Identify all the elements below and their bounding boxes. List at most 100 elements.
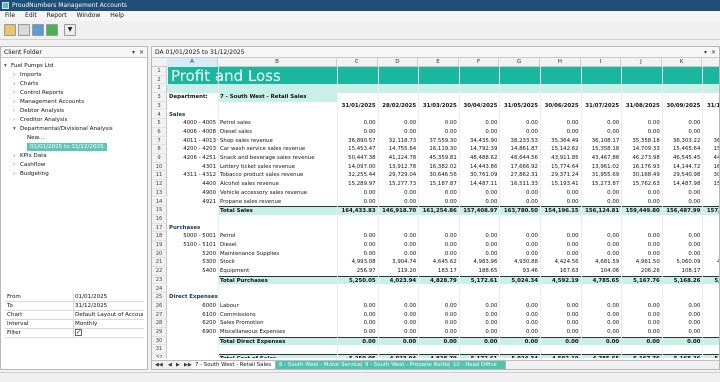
value-cell[interactable]: 15,273.87 [581,180,622,189]
total-value-cell[interactable]: 5,168.26 [661,354,703,358]
account-name-cell[interactable]: Petrol sales [218,119,337,128]
expand-icon[interactable]: › [13,71,20,79]
value-cell[interactable]: 93.46 [499,267,540,276]
account-code-cell[interactable] [167,206,218,215]
value-cell[interactable]: 0.00 [540,250,581,259]
total-value-cell[interactable]: 4,023.94 [377,354,419,358]
value-cell[interactable]: 15,453.47 [337,145,378,154]
date-header-cell[interactable]: 31/05/2025 [499,102,540,111]
expand-icon[interactable]: › [13,89,20,97]
value-cell[interactable]: 36,890.57 [337,137,378,146]
row-header[interactable]: 18 [152,232,167,241]
section-header-cell[interactable]: Purchases [167,224,337,233]
last-sheet-icon[interactable]: ▶▶ [184,362,192,368]
total-value-cell[interactable]: 5,172.61 [458,354,500,358]
total-value-cell[interactable]: 0.00 [458,336,500,346]
value-cell[interactable]: 119.27 [702,267,719,276]
dropdown-icon[interactable]: ▼ [64,24,76,36]
value-cell[interactable]: 0.00 [581,189,622,198]
row-header[interactable]: 13 [152,188,167,198]
value-cell[interactable]: 0.00 [702,241,719,250]
account-code-cell[interactable]: 4900 [167,189,218,198]
value-cell[interactable]: 0.00 [378,198,419,207]
save-icon[interactable] [32,24,44,36]
value-cell[interactable]: 15,142.62 [540,145,581,154]
total-value-cell[interactable]: 154,196.15 [540,206,581,215]
account-name-cell[interactable]: Labour [218,302,337,311]
value-cell[interactable]: 0.00 [581,198,622,207]
value-cell[interactable]: 206.26 [621,267,662,276]
date-header-cell[interactable]: 30/09/2025 [662,102,703,111]
value-cell[interactable]: 0.00 [621,189,662,198]
menu-report[interactable]: Report [42,11,72,21]
value-cell[interactable]: 0.00 [337,189,378,198]
value-cell[interactable]: 0.00 [581,241,622,250]
expand-icon[interactable]: › [13,98,20,106]
value-cell[interactable]: 16,176.93 [621,163,662,172]
value-cell[interactable]: 5,060.09 [662,258,703,267]
value-cell[interactable]: 0.00 [378,189,419,198]
value-cell[interactable]: 0.00 [337,319,378,328]
tree-node-kpis-data[interactable]: › KPIs Data [13,152,47,160]
value-cell[interactable]: 0.00 [702,328,719,337]
tree-node-debtor-analysis[interactable]: › Debtor Analysis [13,107,64,115]
total-label-cell[interactable]: Total Cost of Sales [218,354,337,358]
value-cell[interactable]: 50,447.38 [337,154,378,163]
value-cell[interactable]: 0.00 [459,302,500,311]
value-cell[interactable]: 15,059.53 [702,145,719,154]
value-cell[interactable]: 0.00 [581,311,622,320]
pin-icon[interactable]: ▾ [704,47,707,58]
menu-window[interactable]: Window [72,11,106,21]
value-cell[interactable]: 4,930.88 [499,258,540,267]
account-code-cell[interactable]: 5400 [167,267,218,276]
row-header[interactable]: 3 [152,93,167,102]
row-header[interactable]: 22 [152,267,167,276]
value-cell[interactable]: 29,371.24 [540,171,581,180]
value-cell[interactable]: 0.00 [459,319,500,328]
value-cell[interactable]: 0.00 [418,302,459,311]
value-cell[interactable]: 27,862.31 [499,171,540,180]
tree-node-imports[interactable]: › Imports [13,71,41,79]
total-value-cell[interactable]: 0.00 [621,336,662,346]
value-cell[interactable]: 14,487.11 [459,180,500,189]
row-header[interactable]: 29 [152,328,167,337]
row-header[interactable]: 19 [152,241,167,250]
row-header[interactable]: 27 [152,310,167,320]
value-cell[interactable]: 0.00 [621,119,662,128]
total-value-cell[interactable]: 0.00 [499,336,540,346]
value-cell[interactable]: 0.00 [621,232,662,241]
value-cell[interactable]: 0.00 [662,232,703,241]
value-cell[interactable]: 16,281.23 [702,163,719,172]
account-name-cell[interactable]: Commissions [218,311,337,320]
value-cell[interactable]: 41,124.78 [378,154,419,163]
value-cell[interactable]: 0.00 [540,119,581,128]
department-label-cell[interactable]: Department: [167,93,218,102]
account-code-cell[interactable]: 4301 [167,163,218,172]
total-value-cell[interactable]: 146,918.70 [377,206,419,215]
account-code-cell[interactable]: 6100 [167,311,218,320]
row-header[interactable]: 25 [152,293,167,302]
value-cell[interactable]: 0.00 [621,250,662,259]
date-header-cell[interactable]: 30/04/2025 [459,102,500,111]
total-value-cell[interactable]: 163,780.50 [499,206,540,215]
tree-node-new[interactable]: New... [27,134,44,142]
account-code-cell[interactable]: 4011 - 4013 [167,137,218,146]
account-code-cell[interactable]: 6900 [167,328,218,337]
expand-icon[interactable]: › [13,161,20,169]
value-cell[interactable]: 0.00 [499,302,540,311]
print-icon[interactable] [18,24,30,36]
value-cell[interactable]: 30,168.49 [621,171,662,180]
row-header[interactable]: 32 [152,354,167,358]
prev-sheet-icon[interactable]: ◀ [168,362,172,368]
value-cell[interactable]: 104.06 [581,267,622,276]
account-name-cell[interactable]: Diesel [218,241,337,250]
value-cell[interactable]: 29,729.04 [378,171,419,180]
row-header[interactable]: 23 [152,275,167,285]
account-name-cell[interactable]: Stock [218,258,337,267]
value-cell[interactable]: 38,233.53 [499,137,540,146]
account-code-cell[interactable]: 4206 - 4251 [167,154,218,163]
value-cell[interactable]: 0.00 [459,328,500,337]
value-cell[interactable]: 0.00 [702,302,719,311]
row-header[interactable]: 2 [152,84,167,94]
value-cell[interactable]: 0.00 [662,241,703,250]
